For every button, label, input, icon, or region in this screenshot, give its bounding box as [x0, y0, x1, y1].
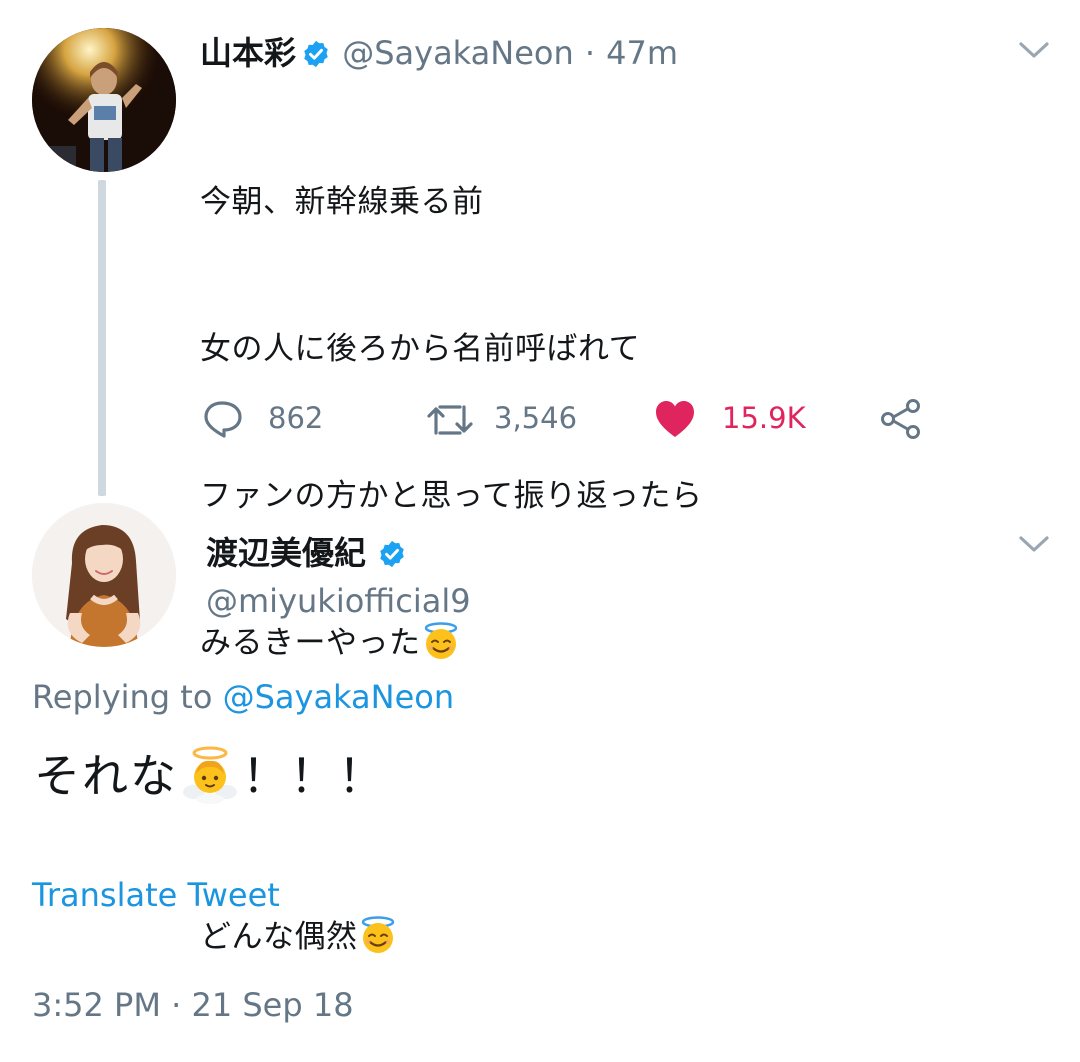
handle[interactable]: @miyukiofficial9	[206, 582, 471, 620]
retweet-icon[interactable]	[426, 401, 474, 439]
chevron-down-icon[interactable]	[1018, 40, 1050, 60]
replying-to: Replying to @SayakaNeon	[32, 678, 455, 716]
baby-angel-icon	[183, 746, 237, 804]
display-name[interactable]: 山本彩	[200, 34, 296, 72]
share-icon[interactable]	[880, 398, 922, 440]
translate-tweet-link[interactable]: Translate Tweet	[32, 876, 280, 914]
like-count: 15.9K	[722, 401, 806, 435]
tweet1-header: 山本彩 @SayakaNeon · 47m	[200, 28, 678, 74]
tweet2-text: それな ！！！	[34, 740, 386, 806]
avatar-miyuki[interactable]	[32, 503, 176, 647]
handle[interactable]: @SayakaNeon	[342, 34, 574, 72]
tweet-text-line: みるきーやった	[200, 619, 702, 668]
smiling-face-with-halo-icon	[361, 916, 394, 953]
reply-count: 862	[268, 401, 324, 435]
avatar-sayaka[interactable]	[32, 28, 176, 172]
heart-icon[interactable]	[654, 399, 696, 439]
meta-separator: ·	[584, 34, 595, 72]
verified-badge-icon	[304, 40, 328, 68]
tweet2-header: 渡辺美優紀	[206, 528, 407, 574]
chevron-down-icon[interactable]	[1018, 534, 1050, 554]
tweet-text-line: どんな偶然	[200, 913, 702, 962]
replying-to-mention[interactable]: @SayakaNeon	[223, 678, 455, 716]
tweet-timestamp: 3:52 PM · 21 Sep 18	[32, 986, 354, 1024]
thread-connector-line	[98, 180, 106, 496]
retweet-count: 3,546	[494, 401, 578, 435]
tweet-text-line: ファンの方かと思って振り返ったら	[200, 478, 703, 514]
verified-badge-icon	[380, 540, 404, 568]
smiling-face-with-halo-icon	[424, 622, 457, 659]
tweet-time[interactable]: 47m	[606, 34, 678, 72]
reply-icon[interactable]	[202, 399, 244, 439]
display-name[interactable]: 渡辺美優紀	[206, 534, 366, 572]
tweet-text-line: 今朝、新幹線乗る前	[200, 184, 484, 220]
tweet-text-line: 女の人に後ろから名前呼ばれて	[200, 331, 641, 367]
